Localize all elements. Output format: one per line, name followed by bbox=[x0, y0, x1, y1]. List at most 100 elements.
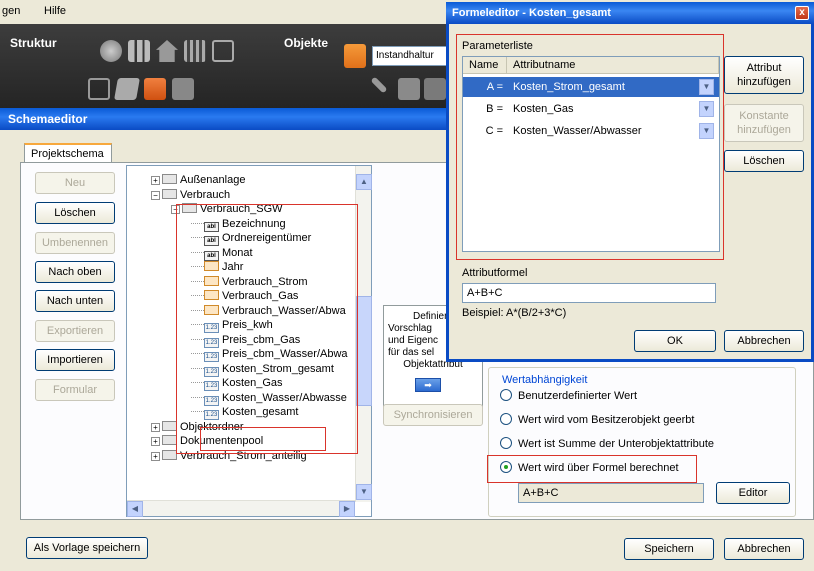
radio-benutzerdefiniert[interactable]: Benutzerdefinierter Wert bbox=[500, 389, 637, 402]
abbrechen-button[interactable]: Abbrechen bbox=[724, 538, 804, 560]
tree-node[interactable]: abl Monat bbox=[191, 246, 253, 261]
attributformel-input[interactable]: A+B+C bbox=[462, 283, 716, 303]
parameter-row[interactable]: B = Kosten_Gas ▼ bbox=[463, 99, 719, 119]
parameter-attribute-cell[interactable]: Kosten_Strom_gesamt bbox=[511, 77, 697, 97]
tree-node[interactable]: 1.23 Preis_cbm_Wasser/Abwa bbox=[191, 347, 348, 362]
synchronisieren-button[interactable]: Synchronisieren bbox=[383, 404, 483, 426]
collapse-icon[interactable]: − bbox=[151, 190, 160, 200]
als-vorlage-speichern-button[interactable]: Als Vorlage speichern bbox=[26, 537, 148, 559]
radio-formel[interactable]: Wert wird über Formel berechnet bbox=[500, 461, 679, 474]
scroll-down-icon[interactable]: ▼ bbox=[356, 484, 372, 500]
tree-node[interactable]: − Verbrauch bbox=[151, 188, 230, 202]
radio-circle[interactable] bbox=[500, 389, 512, 401]
briefcase-icon[interactable] bbox=[144, 78, 166, 100]
tree-node-label: Verbrauch_Strom_anteilig bbox=[180, 449, 307, 462]
tree-vertical-scrollbar[interactable]: ▲ ▼ bbox=[355, 166, 372, 502]
parameter-row[interactable]: C = Kosten_Wasser/Abwasser ▼ bbox=[463, 121, 719, 141]
tree-node[interactable]: + Objektordner bbox=[151, 420, 244, 434]
tree-node[interactable]: 1.23 Kosten_Gas bbox=[191, 376, 283, 391]
expand-icon[interactable]: + bbox=[151, 176, 160, 185]
radio-label: Wert wird vom Besitzerobjekt geerbt bbox=[518, 414, 695, 426]
tree-node[interactable]: Verbrauch_Gas bbox=[191, 289, 298, 303]
chevron-down-icon[interactable]: ▼ bbox=[699, 79, 714, 95]
button-label-line: hinzufügen bbox=[737, 124, 791, 136]
tree-node[interactable]: 1.23 Preis_cbm_Gas bbox=[191, 333, 300, 348]
radio-circle-selected[interactable] bbox=[500, 461, 512, 473]
scroll-up-icon[interactable]: ▲ bbox=[356, 174, 372, 190]
chevron-down-icon[interactable]: ▼ bbox=[699, 101, 714, 117]
radio-summe-unterobjekte[interactable]: Wert ist Summe der Unterobjektattribute bbox=[500, 437, 714, 450]
home-icon[interactable] bbox=[156, 40, 178, 62]
chevron-down-icon[interactable]: ▼ bbox=[699, 123, 714, 139]
close-icon[interactable]: x bbox=[795, 6, 809, 20]
tree-node[interactable]: − Verbrauch_SGW bbox=[171, 202, 283, 216]
neu-button[interactable]: Neu bbox=[35, 172, 115, 194]
loeschen-button[interactable]: Löschen bbox=[35, 202, 115, 224]
konstante-hinzufuegen-button[interactable]: Konstante hinzufügen bbox=[724, 104, 804, 142]
number-attribute-icon: 1.23 bbox=[204, 410, 219, 420]
building-icon[interactable] bbox=[184, 40, 206, 62]
structure-icon[interactable] bbox=[88, 78, 110, 100]
formel-abbrechen-button[interactable]: Abbrechen bbox=[724, 330, 804, 352]
importieren-button[interactable]: Importieren bbox=[35, 349, 115, 371]
ok-button[interactable]: OK bbox=[634, 330, 716, 352]
tree-node[interactable]: abl Ordnereigentümer bbox=[191, 231, 311, 246]
parameter-row[interactable]: A = Kosten_Strom_gesamt ▼ bbox=[463, 77, 719, 97]
nach-oben-button[interactable]: Nach oben bbox=[35, 261, 115, 283]
document-icon[interactable] bbox=[114, 78, 140, 100]
radio-circle[interactable] bbox=[500, 413, 512, 425]
umbenennen-button[interactable]: Umbenennen bbox=[35, 232, 115, 254]
tree-node[interactable]: Verbrauch_Wasser/Abwa bbox=[191, 304, 346, 318]
tree-node[interactable]: + Dokumentenpool bbox=[151, 434, 263, 448]
parameter-attribute-cell[interactable]: Kosten_Wasser/Abwasser bbox=[511, 121, 697, 141]
expand-icon[interactable]: + bbox=[151, 422, 160, 432]
schema-tree[interactable]: + Außenanlage − Verbrauch − Verbrauch_SGW abl B… bbox=[126, 165, 372, 517]
parameter-grid[interactable]: Name Attributname A = Kosten_Strom_gesamt… bbox=[462, 56, 720, 252]
tab-projektschema[interactable]: Projektschema bbox=[24, 143, 112, 163]
cube-icon[interactable] bbox=[212, 40, 234, 62]
tree-node[interactable]: 1.23 Preis_kwh bbox=[191, 318, 273, 333]
menu-item-hilfe[interactable]: Hilfe bbox=[44, 5, 66, 17]
globe-icon[interactable] bbox=[100, 40, 122, 62]
exportieren-button[interactable]: Exportieren bbox=[35, 320, 115, 342]
tree-horizontal-scrollbar[interactable]: ◀ ▶ bbox=[127, 500, 355, 517]
folder-icon[interactable] bbox=[172, 78, 194, 100]
expand-icon[interactable]: + bbox=[151, 437, 160, 446]
attributformel-label: Attributformel bbox=[462, 267, 528, 279]
menu-item-gen[interactable]: gen bbox=[2, 5, 20, 17]
bar-chart-icon[interactable] bbox=[128, 40, 150, 62]
tree-node[interactable]: abl Bezeichnung bbox=[191, 217, 286, 232]
nach-unten-button[interactable]: Nach unten bbox=[35, 290, 115, 312]
mail-icon[interactable] bbox=[398, 78, 420, 100]
tree-node[interactable]: 1.23 Kosten_Wasser/Abwasse bbox=[191, 391, 347, 406]
formular-button[interactable]: Formular bbox=[35, 379, 115, 401]
attribut-hinzufuegen-button[interactable]: Attribut hinzufügen bbox=[724, 56, 804, 94]
image-icon[interactable] bbox=[424, 78, 446, 100]
column-header-name[interactable]: Name bbox=[463, 57, 507, 74]
object-type-combo[interactable]: Instandhaltur bbox=[372, 46, 452, 66]
expand-icon[interactable]: + bbox=[151, 451, 160, 461]
speichern-button[interactable]: Speichern bbox=[624, 538, 714, 560]
parameter-loeschen-button[interactable]: Löschen bbox=[724, 150, 804, 172]
tree-node[interactable]: Verbrauch_Strom bbox=[191, 275, 308, 289]
download-arrow-icon[interactable] bbox=[344, 44, 366, 68]
radio-circle[interactable] bbox=[500, 437, 512, 449]
radio-besitzerobjekt[interactable]: Wert wird vom Besitzerobjekt geerbt bbox=[500, 413, 694, 426]
scroll-right-icon[interactable]: ▶ bbox=[339, 501, 355, 517]
folder-icon bbox=[182, 203, 197, 213]
collapse-icon[interactable]: − bbox=[171, 205, 180, 214]
parameter-attribute-cell[interactable]: Kosten_Gas bbox=[511, 99, 697, 119]
tree-node[interactable]: 1.23 Kosten_Strom_gesamt bbox=[191, 362, 334, 377]
tree-node-label: Dokumentenpool bbox=[180, 435, 264, 447]
tree-node[interactable]: + Außenanlage bbox=[151, 173, 245, 187]
arrow-right-icon[interactable]: ➡ bbox=[415, 378, 441, 392]
tree-connector bbox=[191, 222, 204, 224]
tree-node[interactable]: Jahr bbox=[191, 260, 243, 274]
scroll-left-icon[interactable]: ◀ bbox=[127, 501, 143, 517]
tree-node[interactable]: + Verbrauch_Strom_anteilig bbox=[151, 449, 307, 463]
editor-button[interactable]: Editor bbox=[716, 482, 790, 504]
column-header-attributname[interactable]: Attributname bbox=[507, 57, 719, 74]
tools-icon[interactable] bbox=[370, 76, 388, 94]
tree-node[interactable]: 1.23 Kosten_gesamt bbox=[191, 405, 298, 420]
scroll-thumb[interactable] bbox=[356, 296, 372, 406]
